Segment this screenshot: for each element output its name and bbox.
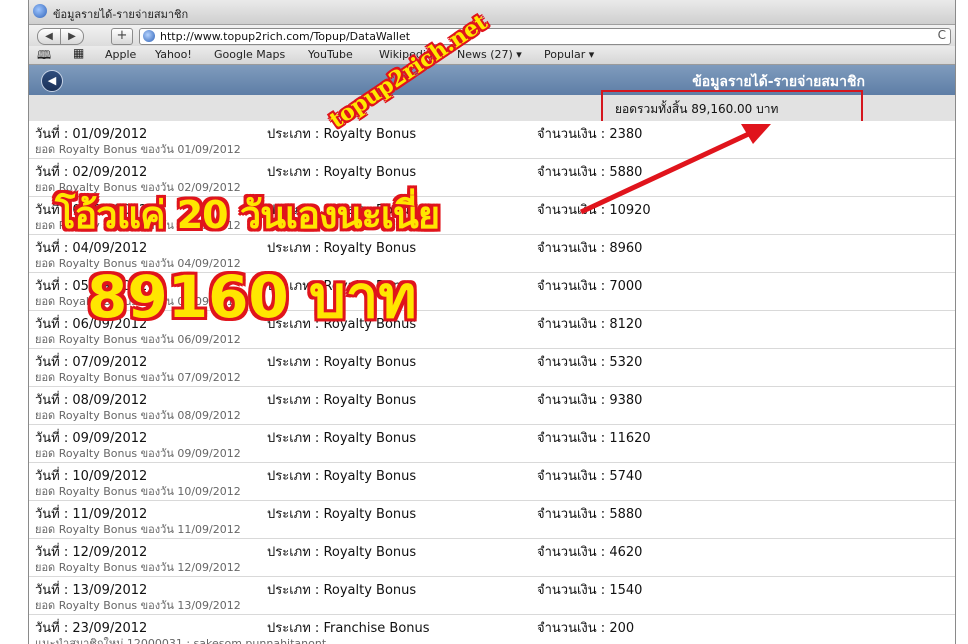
red-arrow-icon bbox=[579, 124, 771, 215]
browser-window: ข้อมูลรายได้-รายจ่ายสมาชิก ◀ ▶ + http://… bbox=[28, 0, 956, 644]
